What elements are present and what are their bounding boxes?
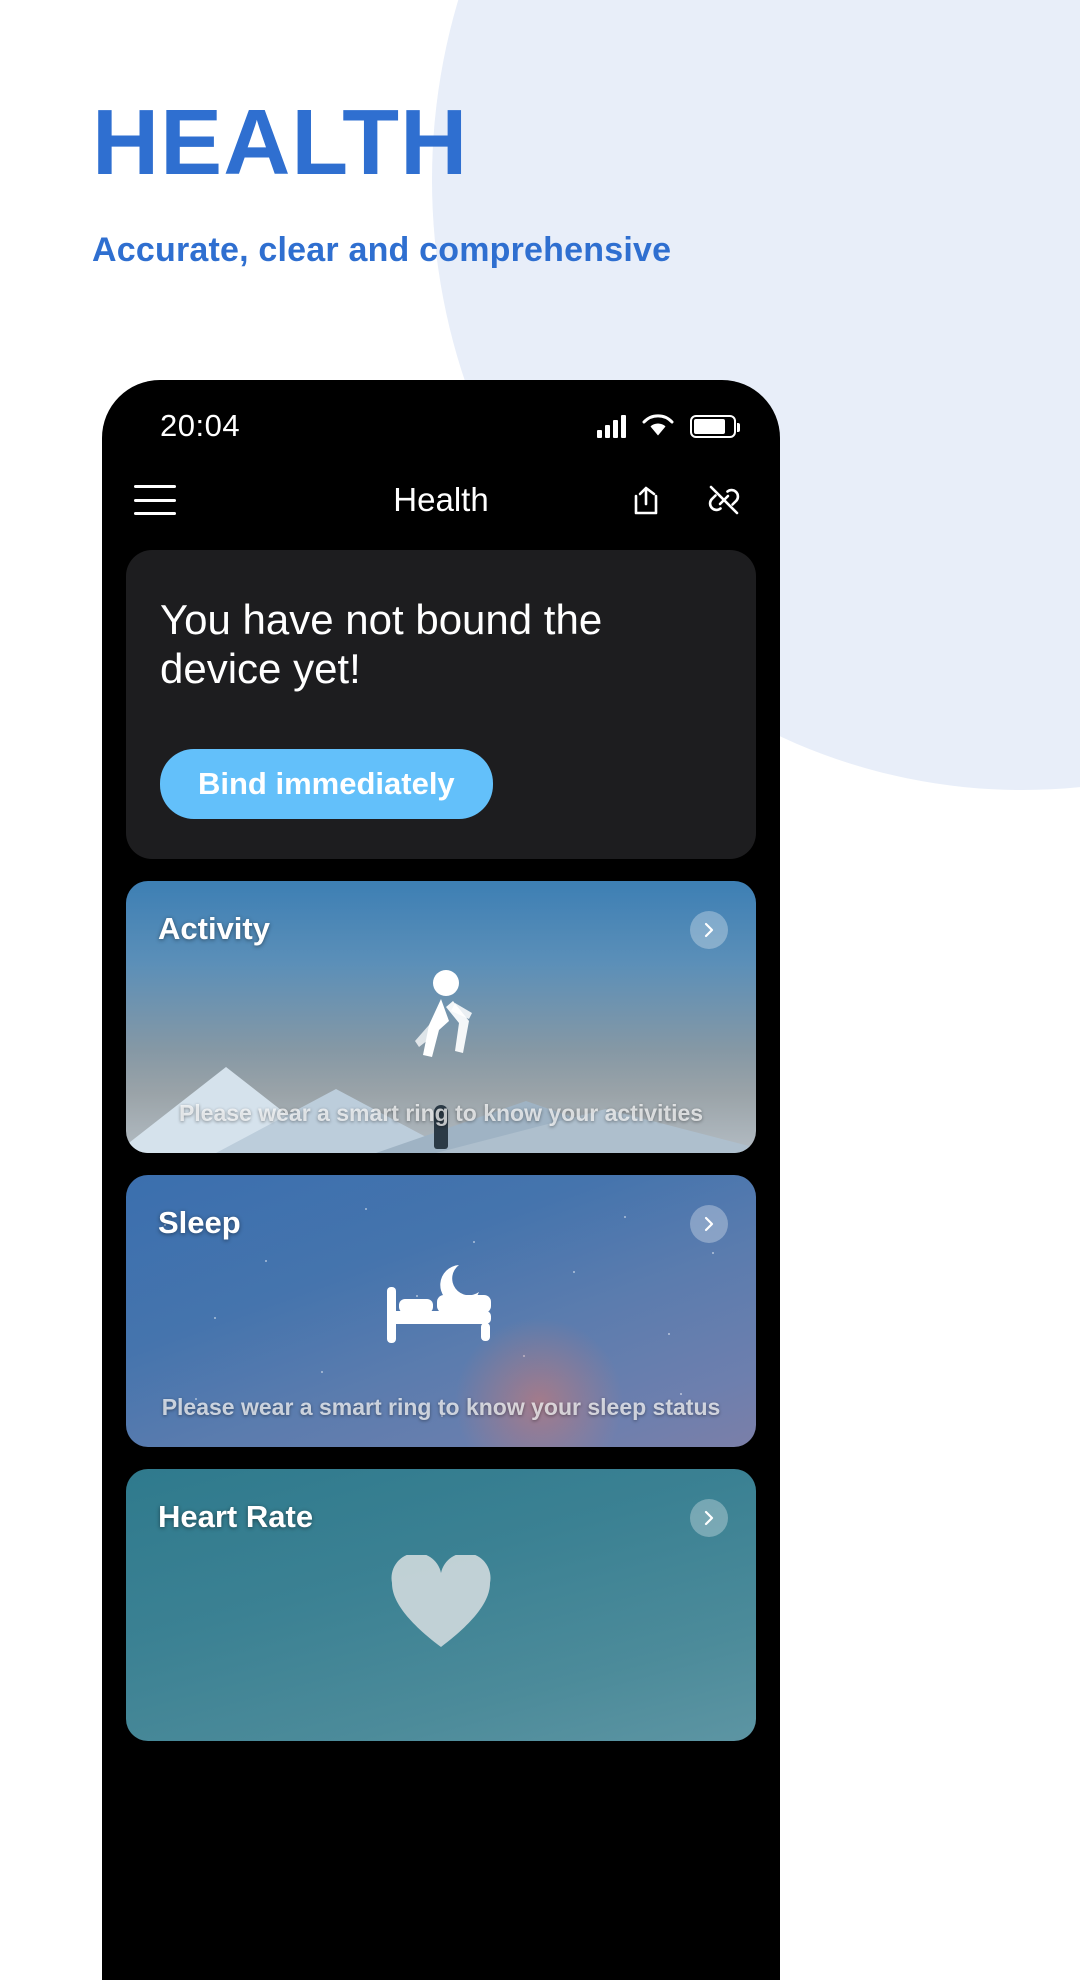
app-screen: You have not bound the device yet! Bind … bbox=[102, 550, 780, 1742]
cellular-signal-icon bbox=[597, 414, 626, 438]
sleep-card-title: Sleep bbox=[158, 1205, 241, 1241]
phone-mockup: 20:04 Health You have not bound the devi… bbox=[102, 380, 780, 1980]
share-icon[interactable] bbox=[624, 480, 664, 520]
wifi-icon bbox=[642, 414, 674, 438]
status-icons bbox=[597, 414, 740, 438]
heart-icon bbox=[126, 1555, 756, 1651]
page-subtitle: Accurate, clear and comprehensive bbox=[92, 231, 672, 269]
promo-header: HEALTH Accurate, clear and comprehensive bbox=[92, 96, 671, 270]
activity-card[interactable]: Activity Please wear a smart ring to kno… bbox=[126, 881, 756, 1154]
activity-card-caption: Please wear a smart ring to know your ac… bbox=[178, 1100, 704, 1127]
bind-card-title: You have not bound the device yet! bbox=[160, 596, 603, 692]
bed-moon-icon bbox=[126, 1261, 756, 1353]
app-bar: Health bbox=[102, 458, 780, 542]
app-bar-actions bbox=[624, 480, 744, 520]
walking-person-icon bbox=[126, 967, 756, 1077]
page-title: HEALTH bbox=[92, 90, 469, 194]
sleep-card[interactable]: Sleep Please wear a smart ring to know y… bbox=[126, 1175, 756, 1448]
hamburger-menu-icon[interactable] bbox=[132, 483, 178, 517]
sleep-card-caption: Please wear a smart ring to know your sl… bbox=[161, 1394, 721, 1421]
activity-card-title: Activity bbox=[158, 911, 270, 947]
battery-icon bbox=[690, 415, 740, 438]
heart-rate-card-title: Heart Rate bbox=[158, 1499, 314, 1535]
unlink-icon[interactable] bbox=[704, 480, 744, 520]
bind-immediately-button[interactable]: Bind immediately bbox=[160, 749, 493, 820]
status-time: 20:04 bbox=[160, 408, 241, 443]
status-bar: 20:04 bbox=[102, 380, 780, 458]
heart-rate-card[interactable]: Heart Rate bbox=[126, 1469, 756, 1742]
bind-device-card: You have not bound the device yet! Bind … bbox=[126, 550, 756, 860]
